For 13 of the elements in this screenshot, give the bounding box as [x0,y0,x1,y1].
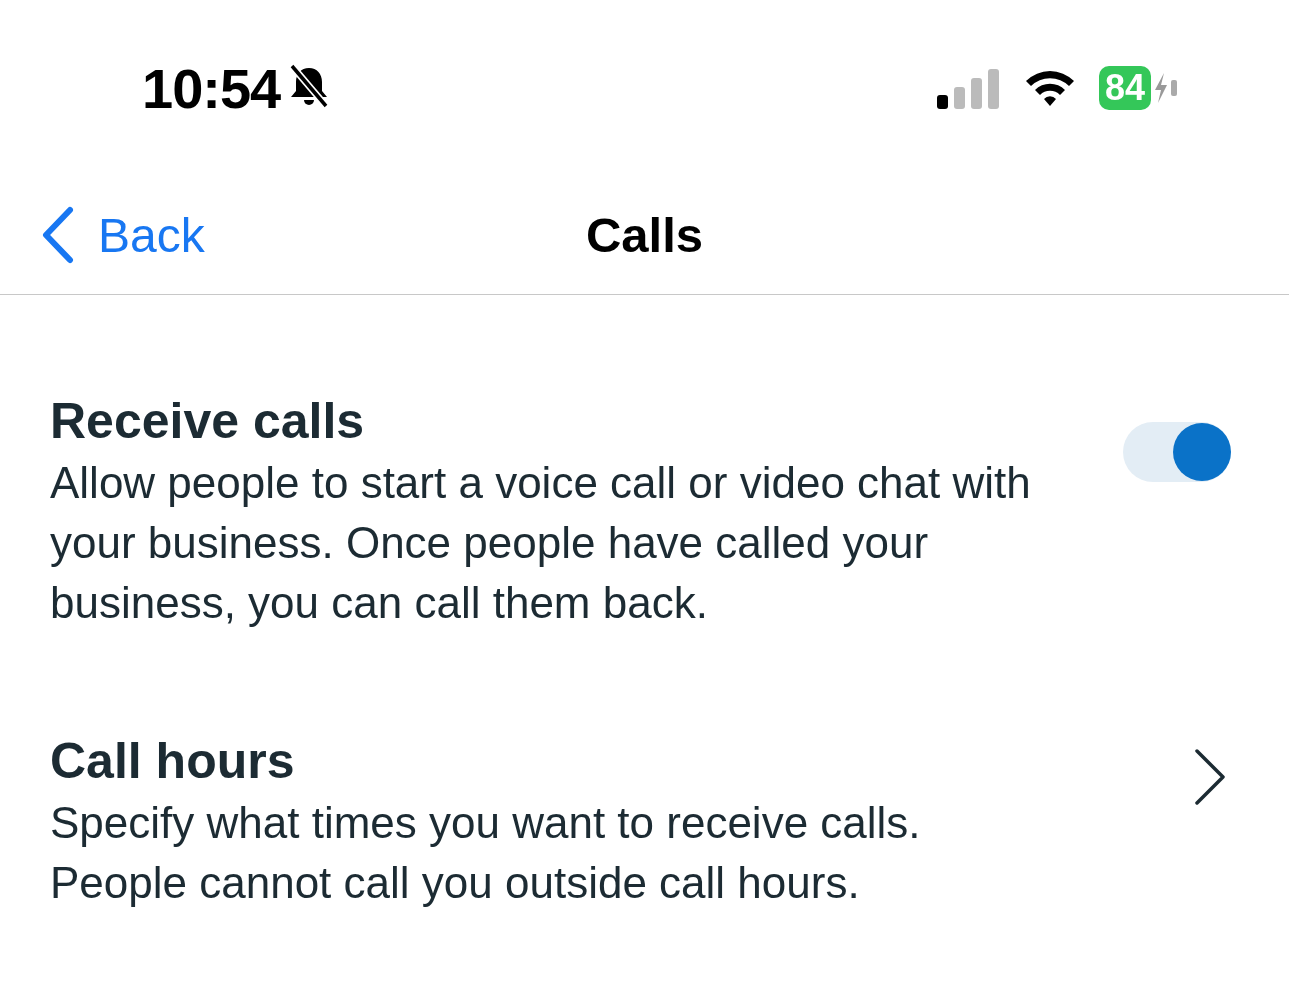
toggle-switch[interactable] [1123,422,1231,482]
battery-cap-icon [1171,80,1177,96]
setting-description: Specify what times you want to receive calls. People cannot call you outside call hours. [50,797,922,909]
back-chevron-icon [40,206,76,264]
setting-title: Call hours [50,733,296,789]
setting-title: Receive calls [50,393,366,449]
chevron-right-icon[interactable] [1193,747,1227,807]
setting-description: Allow people to start a voice call or video chat with your business. Once people have called your business, you can call them back. [50,457,1032,629]
back-button[interactable]: Back [40,206,205,264]
clock-time: 10:54 [142,55,281,121]
screen-title: Calls [585,207,704,263]
battery-level: 84 [1098,66,1151,110]
signal-icon [936,67,1001,109]
